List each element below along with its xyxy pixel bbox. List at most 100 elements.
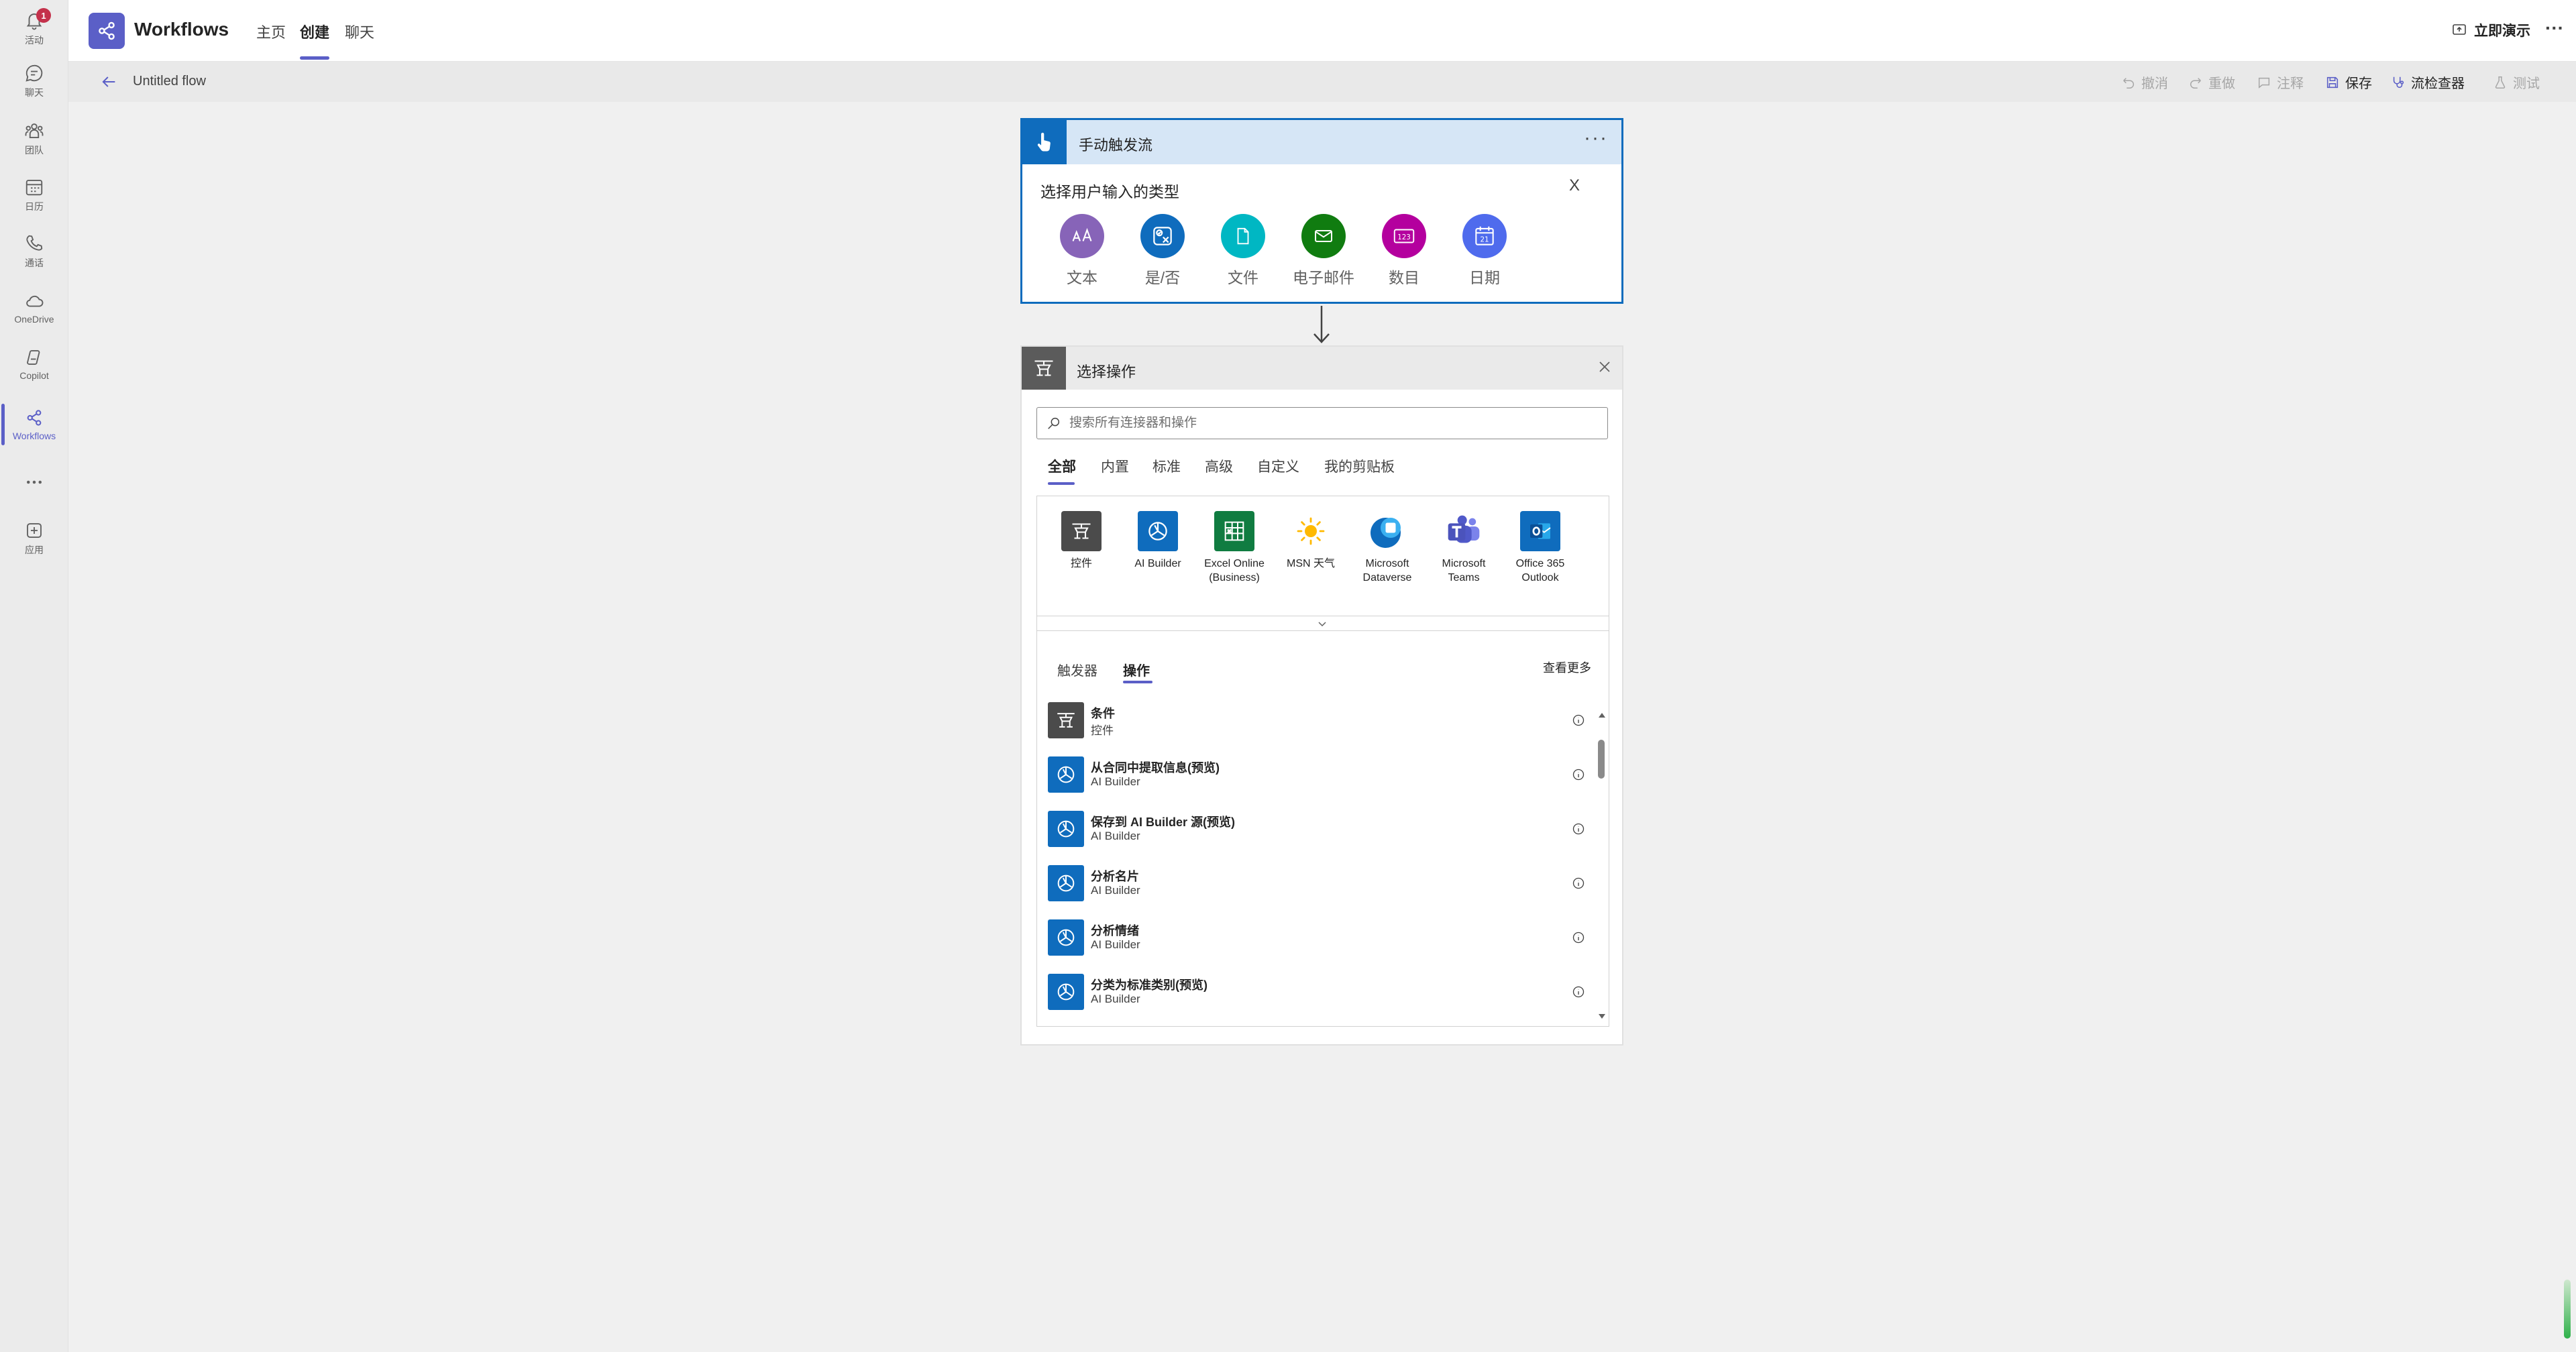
info-button[interactable] — [1572, 822, 1585, 836]
connector-outlook[interactable]: Office 365 Outlook — [1503, 511, 1577, 585]
svg-text:21: 21 — [1480, 236, 1489, 244]
input-type-email[interactable]: 电子邮件 — [1283, 214, 1364, 288]
more-options-button[interactable]: ··· — [2545, 17, 2564, 39]
list-item[interactable]: 保存到 AI Builder 源(预览) AI Builder — [1048, 807, 1585, 854]
connector-label: 控件 — [1070, 558, 1092, 569]
trigger-card[interactable]: 手动触发流 ··· 选择用户输入的类型 X 文本 是/否 文件 电子邮件 123… — [1020, 118, 1623, 304]
list-item[interactable]: 分类为标准类别(预览) AI Builder — [1048, 970, 1585, 1017]
filter-tab-all[interactable]: 全部 — [1048, 456, 1076, 476]
trigger-more-button[interactable]: ··· — [1584, 127, 1608, 150]
present-now-label: 立即演示 — [2474, 23, 2530, 39]
close-input-picker-button[interactable]: X — [1569, 176, 1580, 195]
teams-icon — [25, 123, 44, 138]
tab-home[interactable]: 主页 — [256, 21, 286, 42]
connector-teams[interactable]: Microsoft Teams — [1427, 511, 1501, 585]
flow-connector-arrow — [1311, 304, 1332, 345]
comment-button[interactable]: 注释 — [2257, 72, 2304, 92]
input-type-date[interactable]: 21 日期 — [1444, 214, 1525, 288]
save-button[interactable]: 保存 — [2325, 72, 2372, 92]
rail-item-teams[interactable]: 团队 — [0, 113, 68, 165]
expand-connectors-button[interactable] — [1316, 620, 1328, 629]
info-button[interactable] — [1572, 931, 1585, 944]
rail-label: 活动 — [25, 35, 44, 46]
flow-name[interactable]: Untitled flow — [133, 74, 206, 89]
connector-ai-builder[interactable]: AI Builder — [1121, 511, 1195, 571]
connector-msn-weather[interactable]: MSN 天气 — [1274, 511, 1348, 571]
choose-operation-panel: 选择操作 全部 内置 标准 高级 自定义 我的剪贴板 控件 AI Builder — [1020, 345, 1623, 1046]
input-type-yes-no[interactable]: 是/否 — [1122, 214, 1203, 288]
info-button[interactable] — [1572, 714, 1585, 727]
action-name: 条件 — [1091, 707, 1115, 720]
undo-icon — [2123, 77, 2134, 89]
rail-label: OneDrive — [14, 314, 54, 325]
list-item[interactable]: 分析情绪 AI Builder — [1048, 915, 1585, 962]
connector-excel[interactable]: Excel Online (Business) — [1197, 511, 1271, 585]
filter-tab-custom[interactable]: 自定义 — [1257, 456, 1299, 476]
see-more-link[interactable]: 查看更多 — [1543, 659, 1591, 676]
close-panel-button[interactable] — [1595, 357, 1614, 376]
connector-control[interactable]: 控件 — [1044, 511, 1118, 571]
filter-tab-standard[interactable]: 标准 — [1152, 456, 1181, 476]
workflows-logo-icon — [89, 13, 125, 49]
operation-list: 触发器 操作 查看更多 条件 控件 从合同中提取信息(预览) AI Builde… — [1036, 631, 1609, 1027]
rail-item-workflows[interactable]: Workflows — [0, 398, 68, 451]
rail-item-activity[interactable]: 1 活动 — [0, 3, 68, 55]
connector-label: MSN 天气 — [1286, 558, 1335, 569]
subtab-triggers[interactable]: 触发器 — [1057, 660, 1097, 679]
search-input[interactable] — [1068, 415, 1591, 431]
input-type-label: 文件 — [1228, 269, 1258, 286]
action-connector: AI Builder — [1091, 938, 1140, 951]
connector-label: Office 365 Outlook — [1515, 558, 1565, 583]
rail-item-calendar[interactable]: 日历 — [0, 169, 68, 221]
list-item[interactable]: 从合同中提取信息(预览) AI Builder — [1048, 752, 1585, 799]
connector-label: Microsoft Dataverse — [1362, 558, 1412, 583]
connector-grid: 控件 AI Builder Excel Online (Business) MSN… — [1036, 496, 1609, 631]
present-now-button[interactable]: 立即演示 — [2451, 20, 2530, 40]
svg-text:123: 123 — [1397, 233, 1411, 241]
input-type-label: 数目 — [1389, 269, 1419, 286]
list-item[interactable]: 条件 控件 — [1048, 698, 1585, 745]
back-button[interactable] — [99, 72, 118, 91]
file-icon — [1221, 214, 1265, 258]
input-type-text[interactable]: 文本 — [1042, 214, 1122, 288]
input-type-number[interactable]: 123 数目 — [1364, 214, 1444, 288]
rail-item-more[interactable] — [0, 456, 68, 508]
info-button[interactable] — [1572, 985, 1585, 999]
action-name: 从合同中提取信息(预览) — [1091, 761, 1220, 775]
info-button[interactable] — [1572, 768, 1585, 781]
scroll-thumb[interactable] — [1598, 740, 1605, 779]
info-button[interactable] — [1572, 877, 1585, 890]
rail-item-copilot[interactable]: Copilot — [0, 338, 68, 390]
rail-label: Workflows — [12, 431, 56, 441]
connector-dataverse[interactable]: Microsoft Dataverse — [1350, 511, 1424, 585]
list-item[interactable]: 分析名片 AI Builder — [1048, 861, 1585, 908]
undo-button[interactable]: 撤消 — [2121, 72, 2168, 92]
rail-item-calls[interactable]: 通话 — [0, 225, 68, 278]
tab-chat[interactable]: 聊天 — [345, 21, 374, 42]
flow-checker-button[interactable]: 流检查器 — [2391, 72, 2465, 92]
filter-tab-clipboard[interactable]: 我的剪贴板 — [1324, 456, 1395, 476]
rail-label: 日历 — [25, 201, 44, 212]
trigger-header[interactable]: 手动触发流 ··· — [1022, 120, 1621, 164]
phone-icon — [26, 235, 43, 251]
redo-button[interactable]: 重做 — [2188, 72, 2235, 92]
filter-tab-premium[interactable]: 高级 — [1205, 456, 1233, 476]
teams-icon — [1444, 511, 1484, 551]
active-indicator — [1, 404, 5, 445]
app-header: Workflows 主页 创建 聊天 立即演示 ··· — [68, 0, 2576, 62]
tab-create[interactable]: 创建 — [300, 21, 329, 42]
filter-tab-builtin[interactable]: 内置 — [1101, 456, 1129, 476]
rail-item-chat[interactable]: 聊天 — [0, 55, 68, 107]
rail-item-apps[interactable]: 应用 — [0, 512, 68, 565]
tab-active-underline — [300, 56, 329, 60]
control-icon — [1022, 347, 1066, 390]
operation-header: 选择操作 — [1022, 347, 1622, 390]
input-type-file[interactable]: 文件 — [1203, 214, 1283, 288]
test-button[interactable]: 测试 — [2493, 72, 2540, 92]
audio-level-indicator — [2564, 1280, 2571, 1339]
subtab-actions[interactable]: 操作 — [1123, 660, 1150, 679]
save-label: 保存 — [2345, 76, 2372, 91]
connector-search-box[interactable] — [1036, 407, 1608, 439]
rail-item-onedrive[interactable]: OneDrive — [0, 282, 68, 334]
rail-label: 应用 — [25, 545, 44, 555]
